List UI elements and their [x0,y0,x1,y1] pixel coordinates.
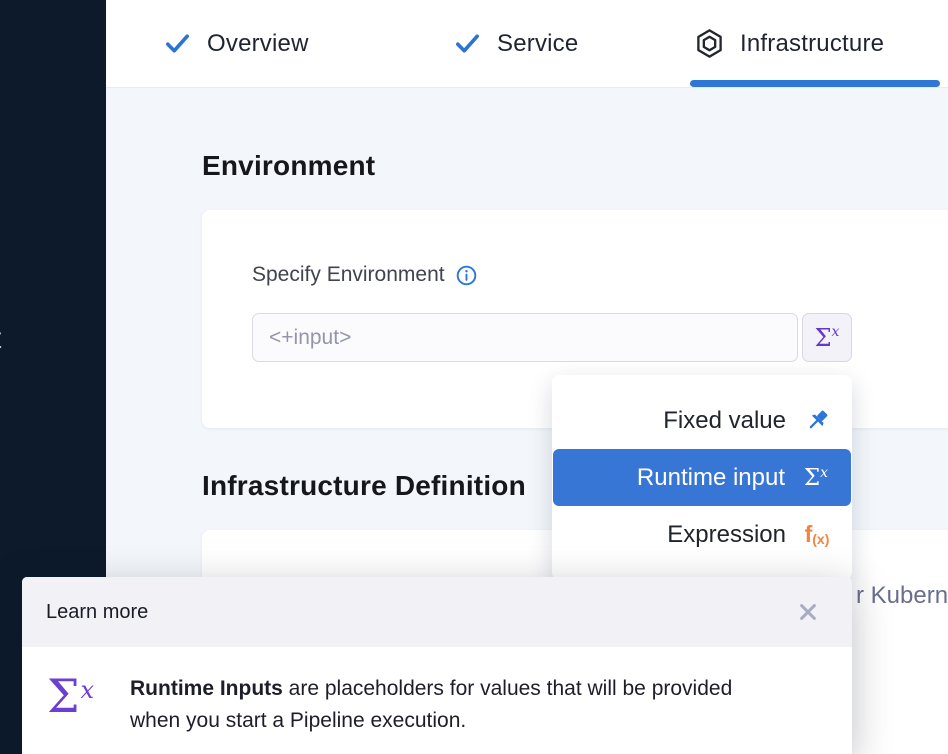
info-icon[interactable] [455,264,478,287]
tab-service[interactable]: Service [453,0,578,87]
tab-infrastructure-label: Infrastructure [740,30,884,58]
learn-more-title: Learn more [46,601,148,624]
menu-item-label: Fixed value [663,407,786,435]
learn-more-body: Σx Runtime Inputs are placeholders for v… [22,647,852,754]
hexagon-icon [694,28,725,59]
tab-overview-label: Overview [207,30,309,58]
environment-heading: Environment [202,150,375,182]
menu-item-label: Expression [667,521,786,549]
clipped-kubernetes-text: r Kubern [856,582,948,610]
check-icon [163,29,192,58]
sigma-x-icon: Σx [799,465,833,491]
clipped-nav-text: t [0,322,1,356]
active-tab-underline [690,80,940,87]
close-icon[interactable] [797,601,819,623]
specify-environment-label: Specify Environment [252,263,445,287]
tab-service-label: Service [497,30,578,58]
fx-icon: f(x) [800,521,834,548]
specify-environment-label-row: Specify Environment [252,263,478,287]
menu-item-label: Runtime input [637,464,785,492]
learn-more-popover: Learn more Σx Runtime Inputs are placeho… [22,577,852,754]
input-type-menu: Fixed value Runtime input Σx Expression [552,375,852,580]
app-window: t Overview Service Infrastructure [0,0,948,754]
infrastructure-definition-heading: Infrastructure Definition [202,470,526,502]
stage-tabs-bar: Overview Service Infrastructure [106,0,948,88]
learn-more-text: Runtime Inputs are placeholders for valu… [130,673,748,737]
sigma-x-icon: Σ [815,324,832,352]
menu-item-fixed-value[interactable]: Fixed value [552,392,852,449]
input-type-selector-button[interactable]: Σx [802,313,852,362]
learn-more-header: Learn more [22,577,852,647]
sigma-x-icon: Σx [47,669,93,723]
tab-infrastructure[interactable]: Infrastructure [694,0,884,87]
menu-item-expression[interactable]: Expression f(x) [552,506,852,563]
check-icon [453,29,482,58]
environment-input[interactable]: <+input> [252,313,798,362]
pin-icon [800,407,834,434]
tab-overview[interactable]: Overview [163,0,309,87]
menu-item-runtime-input[interactable]: Runtime input Σx [553,449,851,506]
